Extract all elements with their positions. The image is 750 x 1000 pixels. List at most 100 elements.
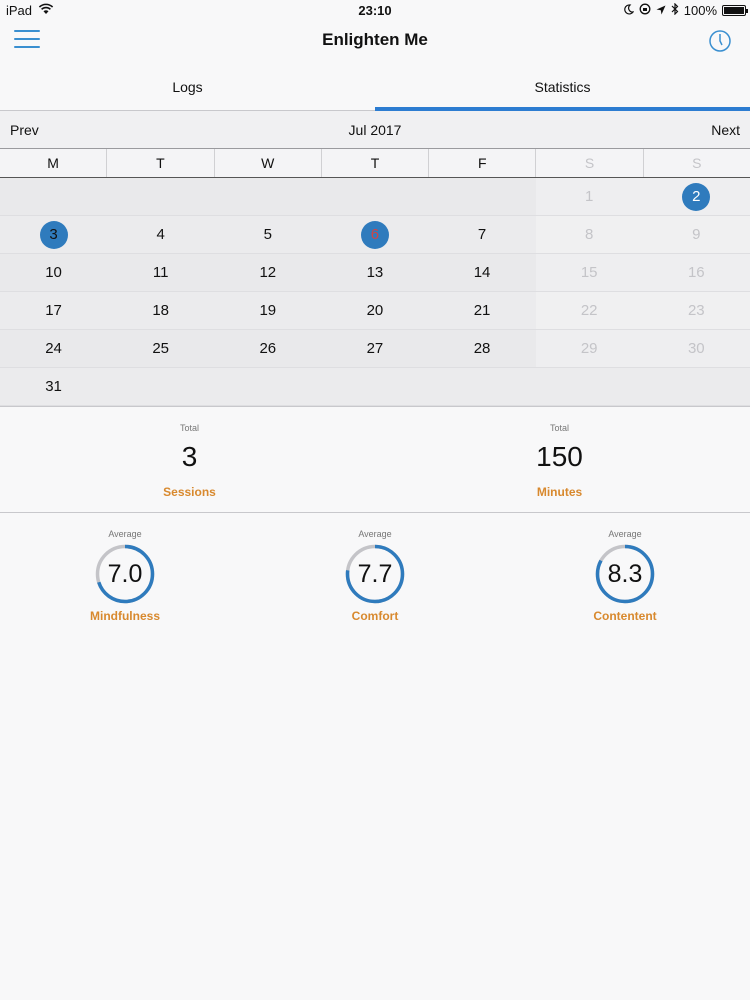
minutes-label: Minutes xyxy=(536,485,583,499)
weekday-label: T xyxy=(322,149,430,177)
calendar-day[interactable]: 26 xyxy=(214,330,321,368)
month-navigation: Prev Jul 2017 Next xyxy=(0,111,750,149)
calendar-day[interactable]: 17 xyxy=(0,292,107,330)
calendar-empty-cell xyxy=(0,178,107,216)
calendar-day-number: 3 xyxy=(49,226,58,243)
calendar-day[interactable]: 6 xyxy=(321,216,428,254)
weekday-label: F xyxy=(429,149,537,177)
contentent-gauge: 8.3 xyxy=(594,543,656,605)
calendar-day[interactable]: 14 xyxy=(429,254,536,292)
calendar-day[interactable]: 20 xyxy=(321,292,428,330)
calendar-day[interactable]: 22 xyxy=(536,292,643,330)
average-mindfulness: Average 7.0 Mindfulness xyxy=(55,513,195,623)
calendar-day-number: 29 xyxy=(580,340,598,357)
calendar-day[interactable]: 18 xyxy=(107,292,214,330)
calendar-day[interactable]: 29 xyxy=(536,330,643,368)
calendar-day-number: 21 xyxy=(473,302,491,319)
status-bar: iPad 23:10 100% xyxy=(0,0,750,20)
status-right: 100% xyxy=(623,2,748,18)
calendar-day-number: 12 xyxy=(259,264,277,281)
calendar-day-number: 23 xyxy=(687,302,705,319)
calendar-empty-cell xyxy=(214,368,321,406)
timer-button[interactable] xyxy=(708,29,732,53)
minutes-total: Total 150 Minutes xyxy=(372,407,747,499)
calendar-day[interactable]: 11 xyxy=(107,254,214,292)
calendar-day[interactable]: 28 xyxy=(429,330,536,368)
weekday-label: W xyxy=(215,149,322,177)
calendar-day[interactable]: 27 xyxy=(321,330,428,368)
calendar-empty-cell xyxy=(107,178,214,216)
minutes-value: 150 xyxy=(536,441,583,472)
calendar-day-number: 15 xyxy=(580,264,598,281)
weekday-label: S xyxy=(692,155,702,171)
calendar-day[interactable]: 24 xyxy=(0,330,107,368)
calendar-day[interactable]: 31 xyxy=(0,368,107,406)
calendar-day[interactable]: 21 xyxy=(429,292,536,330)
calendar-day-number: 24 xyxy=(45,340,62,357)
contentent-value: 8.3 xyxy=(607,560,643,588)
battery-percent: 100% xyxy=(683,3,717,18)
calendar-day[interactable]: 3 xyxy=(0,216,107,254)
calendar-day-number: 8 xyxy=(585,226,594,243)
calendar-day[interactable]: 16 xyxy=(643,254,750,292)
calendar-day[interactable]: 9 xyxy=(643,216,750,254)
comfort-gauge: 7.7 xyxy=(344,543,406,605)
sessions-caption: Total xyxy=(179,423,199,433)
calendar-day-number: 31 xyxy=(45,378,62,395)
average-caption: Average xyxy=(608,529,642,539)
sessions-total: Total 3 Sessions xyxy=(2,407,377,499)
calendar-day-number: 22 xyxy=(580,302,598,319)
calendar-week-row: 31 xyxy=(0,368,750,406)
calendar-empty-cell xyxy=(429,368,536,406)
calendar-day[interactable]: 13 xyxy=(321,254,428,292)
sessions-label: Sessions xyxy=(163,485,216,499)
calendar-empty-cell xyxy=(536,368,643,406)
sessions-value: 3 xyxy=(181,441,198,472)
calendar-day[interactable]: 15 xyxy=(536,254,643,292)
calendar-day[interactable]: 8 xyxy=(536,216,643,254)
page-title: Enlighten Me xyxy=(322,30,428,49)
calendar-day-number: 5 xyxy=(263,226,272,243)
weekday-label: T xyxy=(107,149,215,177)
calendar-day-number: 2 xyxy=(692,188,701,205)
calendar-day-number: 30 xyxy=(687,340,705,357)
calendar-day[interactable]: 2 xyxy=(643,178,750,216)
bluetooth-icon xyxy=(671,2,679,18)
calendar-day[interactable]: 25 xyxy=(107,330,214,368)
calendar-day[interactable]: 30 xyxy=(643,330,750,368)
comfort-value: 7.7 xyxy=(357,560,393,588)
calendar-week-row: 17 18 19 20 21 22 23 xyxy=(0,292,750,330)
calendar-day[interactable]: 19 xyxy=(214,292,321,330)
clock-icon xyxy=(709,30,731,52)
weekday-label: M xyxy=(0,149,108,177)
calendar-day-number: 28 xyxy=(473,340,491,357)
calendar-day[interactable]: 4 xyxy=(107,216,214,254)
tab-logs[interactable]: Logs xyxy=(0,64,375,111)
averages-section: Average 7.0 Mindfulness Average 7.7 Comf… xyxy=(0,513,750,633)
calendar-grid: 1 2 3 4 5 6 7 8 9 10 11 12 13 14 15 16 17 18 19 20 21 22 23 24 2… xyxy=(0,178,750,407)
nav-bar: Enlighten Me xyxy=(0,20,750,64)
moon-icon xyxy=(623,3,634,18)
tab-statistics[interactable]: Statistics xyxy=(375,64,750,111)
next-month-button[interactable]: Next xyxy=(711,122,740,138)
calendar-day-number: 10 xyxy=(45,264,62,281)
battery-fill xyxy=(724,7,744,14)
location-icon xyxy=(656,3,666,18)
calendar-day[interactable]: 12 xyxy=(214,254,321,292)
month-label: Jul 2017 xyxy=(348,122,402,138)
calendar-day[interactable]: 10 xyxy=(0,254,107,292)
calendar-day-number: 4 xyxy=(156,226,165,243)
calendar-day[interactable]: 5 xyxy=(214,216,321,254)
mindfulness-label: Mindfulness xyxy=(89,609,160,623)
calendar-day-number: 25 xyxy=(152,340,170,357)
calendar-day-number: 18 xyxy=(152,302,170,319)
calendar-empty-cell xyxy=(643,368,750,406)
calendar-day[interactable]: 23 xyxy=(643,292,750,330)
calendar-day-number: 13 xyxy=(366,264,384,281)
calendar-day-number: 1 xyxy=(585,188,594,205)
calendar-day[interactable]: 1 xyxy=(536,178,643,216)
calendar-empty-cell xyxy=(321,178,428,216)
calendar-day[interactable]: 7 xyxy=(429,216,536,254)
totals-section: Total 3 Sessions Total 150 Minutes xyxy=(0,407,750,513)
mindfulness-gauge: 7.0 xyxy=(94,543,156,605)
